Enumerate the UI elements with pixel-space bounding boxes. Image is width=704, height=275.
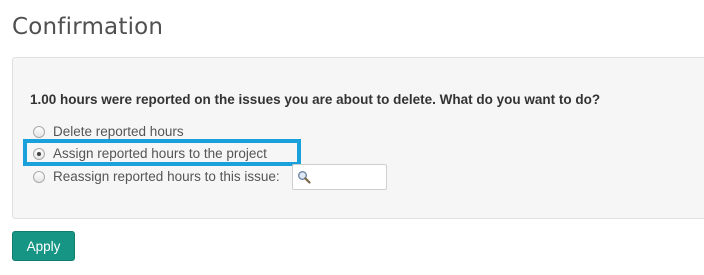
- issue-search-field[interactable]: [292, 164, 387, 190]
- option-label-delete: Delete reported hours: [53, 124, 184, 139]
- radio-reassign-to-issue[interactable]: [33, 170, 45, 183]
- radio-delete-reported-hours[interactable]: [33, 125, 45, 138]
- confirmation-question: 1.00 hours were reported on the issues y…: [30, 92, 601, 107]
- apply-button[interactable]: Apply: [12, 231, 75, 261]
- selection-highlight: [23, 139, 301, 166]
- confirmation-box: 1.00 hours were reported on the issues y…: [12, 57, 704, 219]
- option-reassign-to-issue[interactable]: Reassign reported hours to this issue:: [33, 169, 280, 184]
- issue-search-input[interactable]: [313, 169, 383, 185]
- magnifier-icon: [298, 171, 311, 184]
- page-title: Confirmation: [12, 14, 164, 40]
- option-delete-reported-hours[interactable]: Delete reported hours: [33, 124, 184, 139]
- option-label-reassign: Reassign reported hours to this issue:: [53, 169, 280, 184]
